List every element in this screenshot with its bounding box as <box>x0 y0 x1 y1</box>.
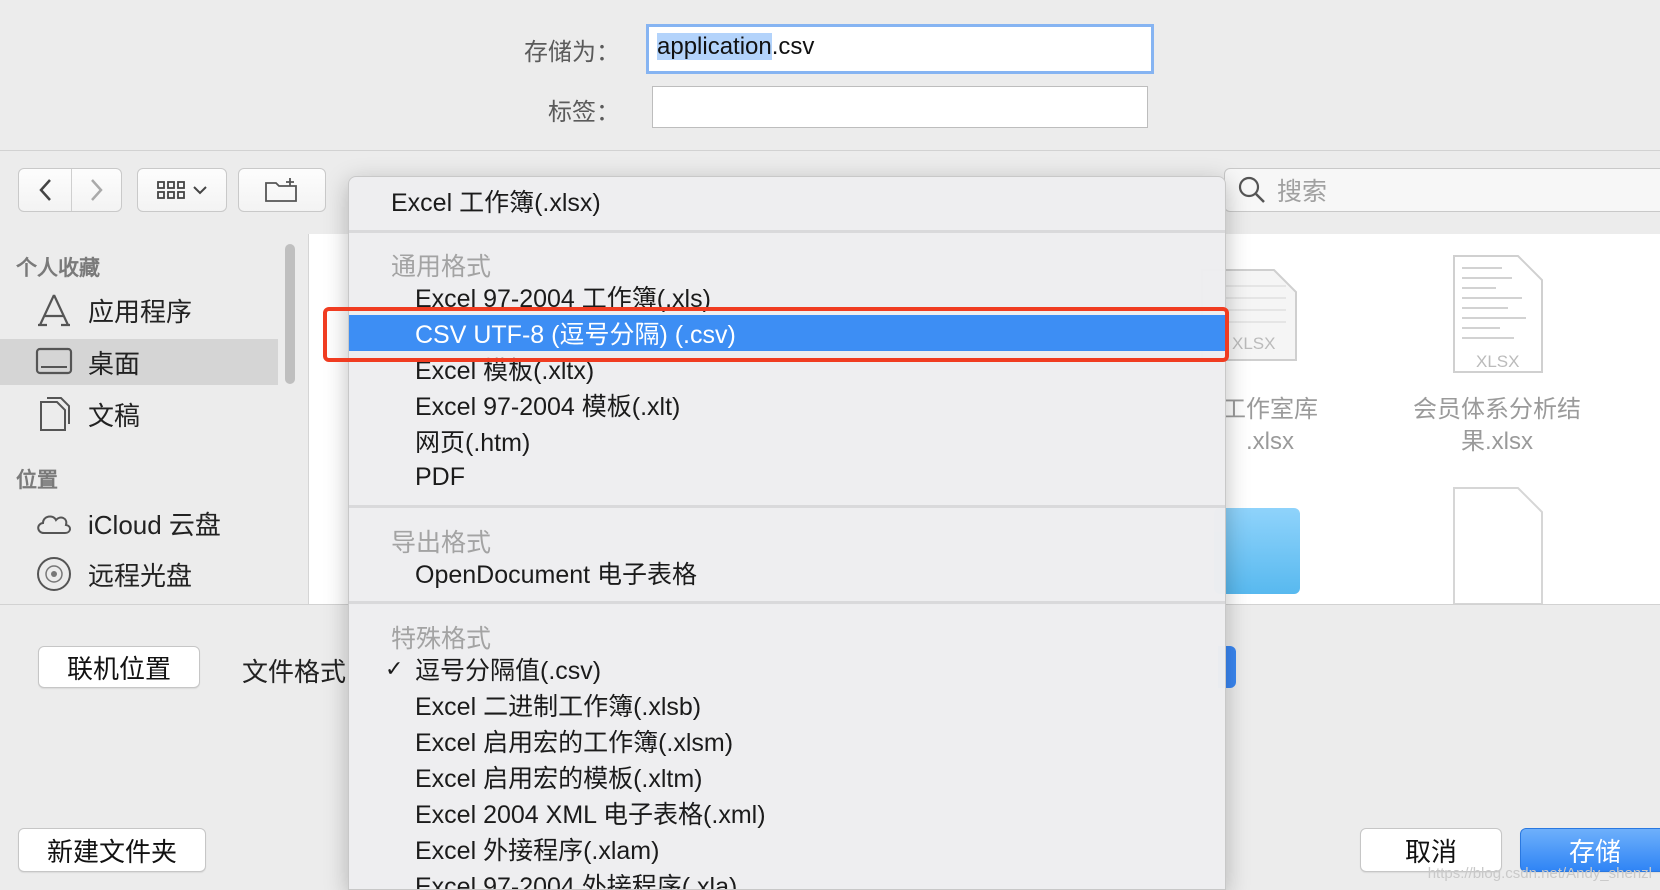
sidebar-item-documents[interactable]: 文稿 <box>0 391 278 437</box>
icloud-icon <box>34 509 74 537</box>
remote-disc-icon <box>34 556 74 592</box>
file-name[interactable]: 会员体系分析结 果.xlsx <box>1392 394 1602 458</box>
desktop-icon <box>34 347 74 377</box>
applications-icon <box>34 292 74 328</box>
chevron-right-icon <box>91 179 103 201</box>
online-locations-button[interactable]: 联机位置 <box>38 646 200 688</box>
document-icon[interactable] <box>1452 486 1544 609</box>
highlight-annotation <box>323 307 1229 362</box>
save-as-label: 存储为： <box>524 39 620 66</box>
file-format-label: 文件格式 <box>242 657 347 687</box>
sidebar-item-label: 桌面 <box>88 348 141 379</box>
search-field[interactable]: 搜索 <box>1224 168 1660 212</box>
file-name-line: 会员体系分析结 <box>1413 396 1581 423</box>
sidebar-item-label: 应用程序 <box>88 296 193 327</box>
menu-item[interactable]: Excel 外接程序(.xlam) <box>349 831 1225 867</box>
menu-item[interactable]: Excel 工作簿(.xlsx) <box>349 183 1225 219</box>
watermark: https://blog.csdn.net/Andy_shenzl <box>1427 865 1652 882</box>
new-folder-icon <box>265 178 297 202</box>
back-button[interactable] <box>19 169 71 211</box>
menu-item[interactable]: Excel 启用宏的工作簿(.xlsm) <box>349 723 1225 759</box>
folder-icon[interactable] <box>1214 508 1300 594</box>
menu-item-label: 逗号分隔值(.csv) <box>415 657 602 685</box>
favorites-header: 个人收藏 <box>16 257 100 280</box>
nav-buttons <box>18 168 122 212</box>
sidebar-item-label: iCloud 云盘 <box>88 509 221 540</box>
save-header <box>0 0 1660 151</box>
view-options-button[interactable] <box>137 168 227 212</box>
menu-item-checked[interactable]: ✓ 逗号分隔值(.csv) <box>349 651 1225 687</box>
file-type-badge: XLSX <box>1232 334 1276 353</box>
menu-item[interactable]: PDF <box>349 459 1225 495</box>
menu-item[interactable]: 网页(.htm) <box>349 423 1225 459</box>
menu-item[interactable]: Excel 启用宏的模板(.xltm) <box>349 759 1225 795</box>
documents-icon <box>34 396 74 432</box>
menu-item[interactable]: Excel 二进制工作簿(.xlsb) <box>349 687 1225 723</box>
save-as-input[interactable]: application.csv <box>646 24 1154 74</box>
menu-section-header: 导出格式 <box>391 529 492 557</box>
sidebar-item-remote-disc[interactable]: 远程光盘 <box>0 551 278 597</box>
sidebar-item-icloud[interactable]: iCloud 云盘 <box>0 500 278 546</box>
tags-input[interactable] <box>652 86 1148 128</box>
menu-item[interactable]: OpenDocument 电子表格 <box>349 555 1225 591</box>
menu-section-header: 特殊格式 <box>391 625 492 653</box>
filename-selection: application <box>657 33 772 60</box>
menu-item[interactable]: Excel 97-2004 模板(.xlt) <box>349 387 1225 423</box>
search-icon <box>1238 176 1265 203</box>
grid-view-icon <box>157 181 185 199</box>
sidebar-item-label: 文稿 <box>88 400 141 431</box>
menu-separator <box>349 601 1225 604</box>
file-name-line: 果.xlsx <box>1461 428 1533 455</box>
menu-item[interactable]: Excel 97-2004 外接程序(.xla) <box>349 867 1225 889</box>
menu-item[interactable]: Excel 2004 XML 电子表格(.xml) <box>349 795 1225 831</box>
sidebar-item-label: 远程光盘 <box>88 560 193 591</box>
search-placeholder: 搜索 <box>1277 178 1328 206</box>
chevron-down-icon <box>193 186 207 195</box>
new-folder-button[interactable]: 新建文件夹 <box>18 828 206 872</box>
file-format-menu: Excel 工作簿(.xlsx) 通用格式 Excel 97-2004 工作簿(… <box>348 176 1226 890</box>
tags-label: 标签： <box>548 99 620 126</box>
menu-section-header: 通用格式 <box>391 253 492 281</box>
menu-separator <box>349 505 1225 508</box>
sidebar-item-applications[interactable]: 应用程序 <box>0 287 278 333</box>
filename-extension: .csv <box>771 33 815 60</box>
checkmark-icon: ✓ <box>385 656 404 681</box>
file-type-badge: XLSX <box>1476 352 1520 371</box>
forward-button[interactable] <box>71 169 122 211</box>
new-folder-toolbar-button[interactable] <box>238 168 326 212</box>
locations-header: 位置 <box>16 469 58 492</box>
menu-separator <box>349 230 1225 233</box>
chevron-left-icon <box>39 179 51 201</box>
sidebar-item-desktop[interactable]: 桌面 <box>0 339 278 385</box>
file-thumbnail[interactable]: XLSX <box>1452 254 1544 374</box>
sidebar-scrollbar[interactable] <box>285 244 295 384</box>
